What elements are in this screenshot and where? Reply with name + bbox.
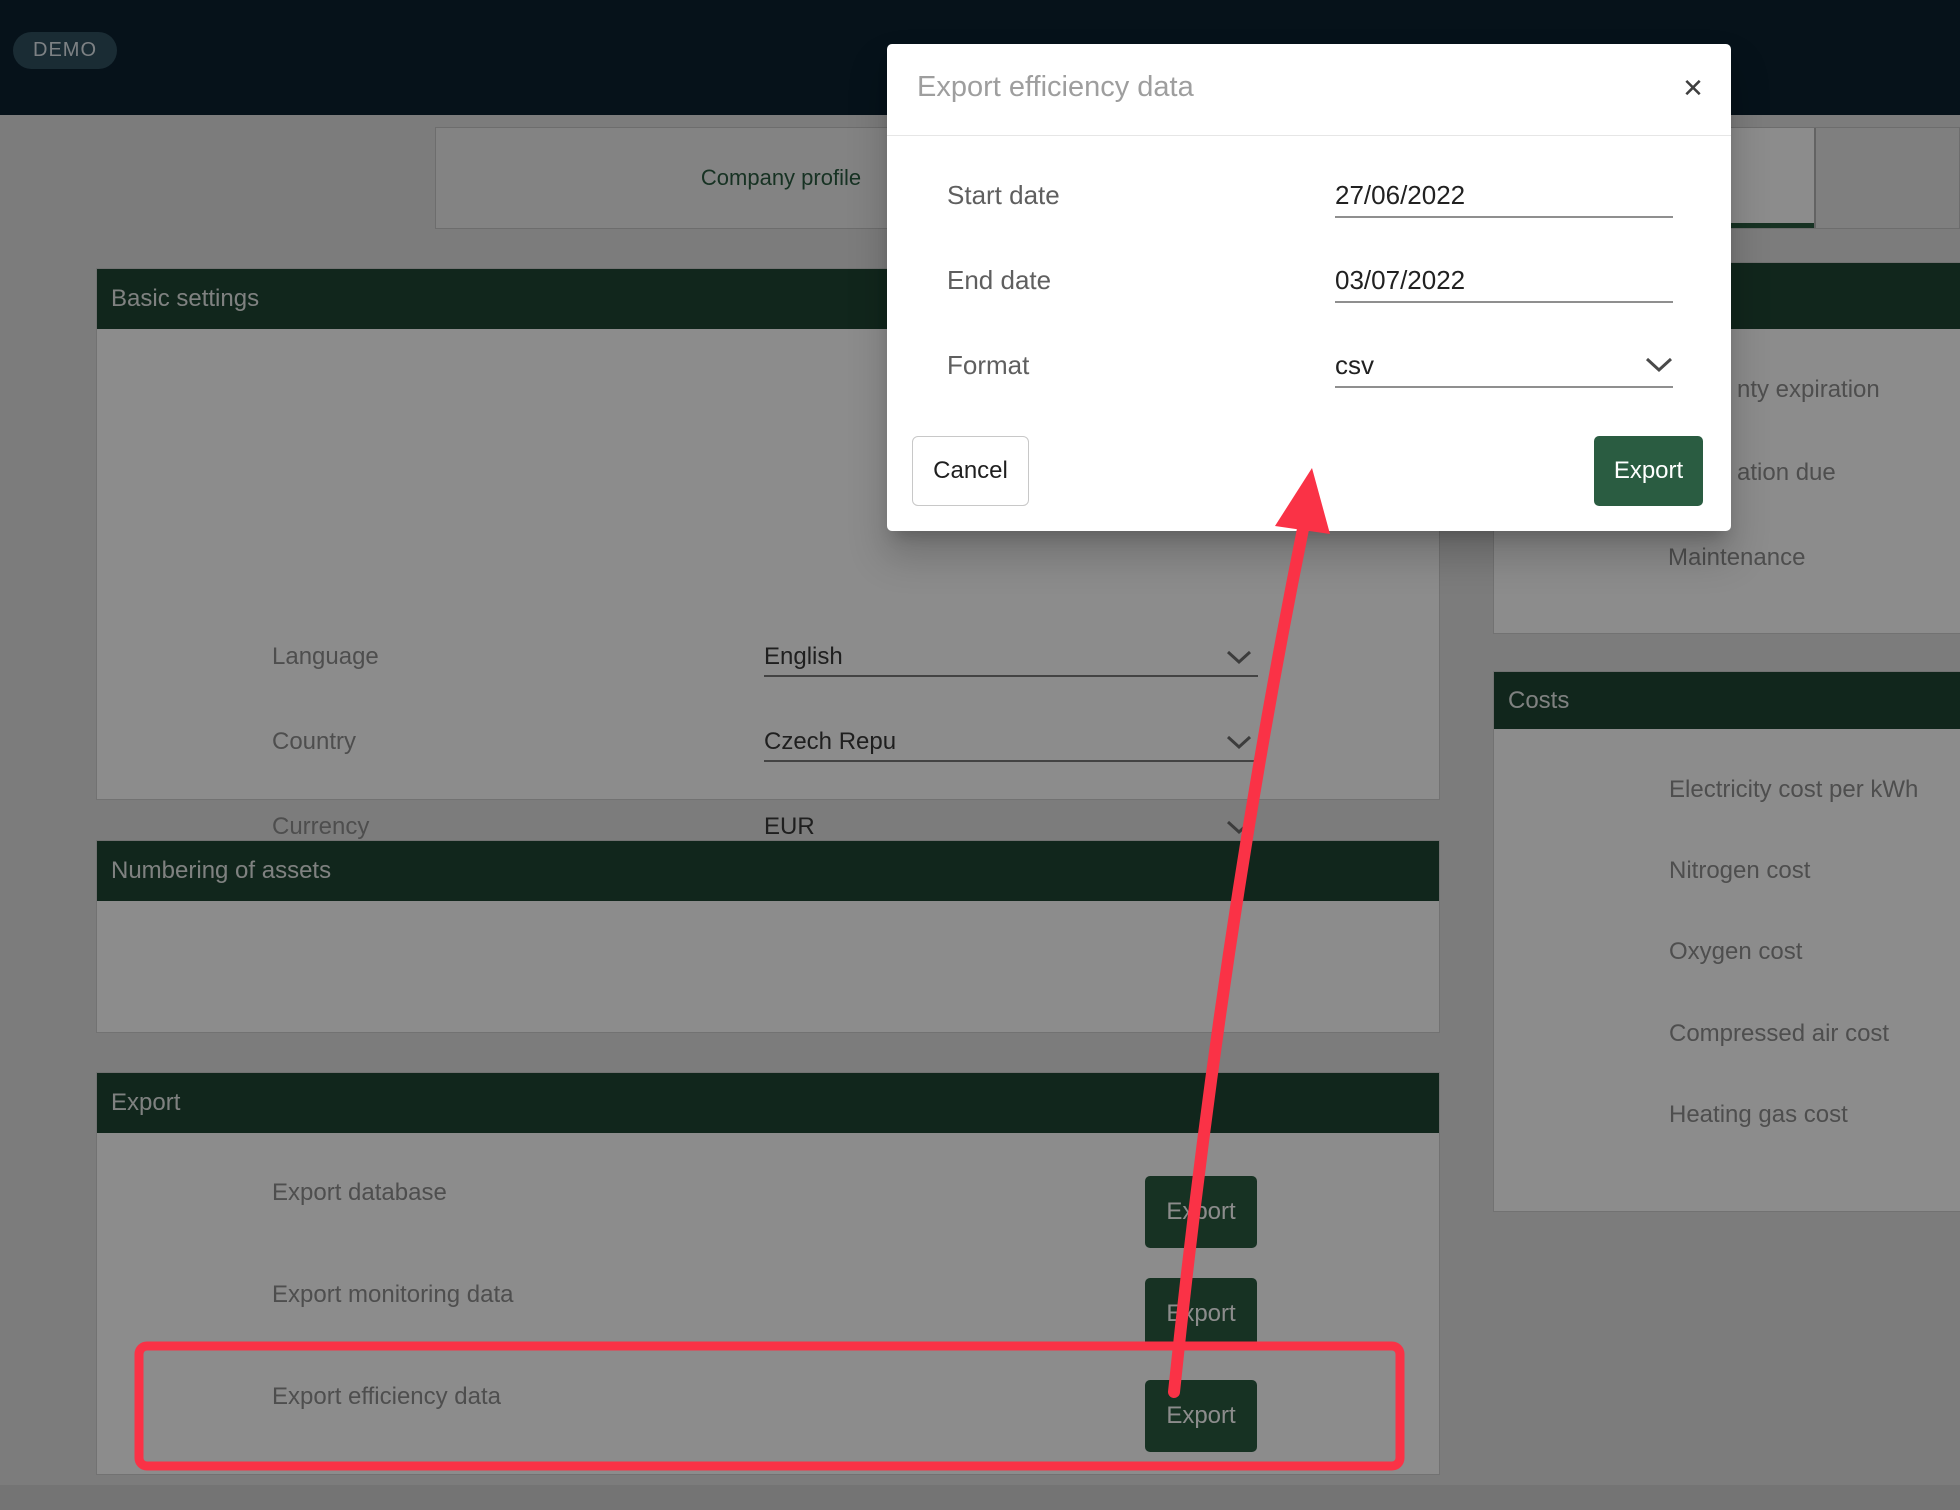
settings-page: DEMO Company profile Basic settings Lang… [0,0,1960,1510]
export-efficiency-dialog: Export efficiency data ✕ Start date 27/0… [887,44,1731,531]
format-select[interactable]: csv [1335,350,1374,381]
close-icon[interactable]: ✕ [1675,70,1711,106]
input-underline [1335,301,1673,303]
input-underline [1335,216,1673,218]
dialog-divider [887,135,1731,136]
cancel-button[interactable]: Cancel [912,436,1029,506]
chevron-down-icon[interactable] [1643,355,1675,380]
format-label: Format [947,350,1029,381]
start-date-input[interactable]: 27/06/2022 [1335,180,1465,211]
end-date-label: End date [947,265,1051,296]
dialog-export-button[interactable]: Export [1594,436,1703,506]
input-underline [1335,386,1673,388]
start-date-label: Start date [947,180,1060,211]
end-date-input[interactable]: 03/07/2022 [1335,265,1465,296]
dialog-title: Export efficiency data [917,71,1194,104]
